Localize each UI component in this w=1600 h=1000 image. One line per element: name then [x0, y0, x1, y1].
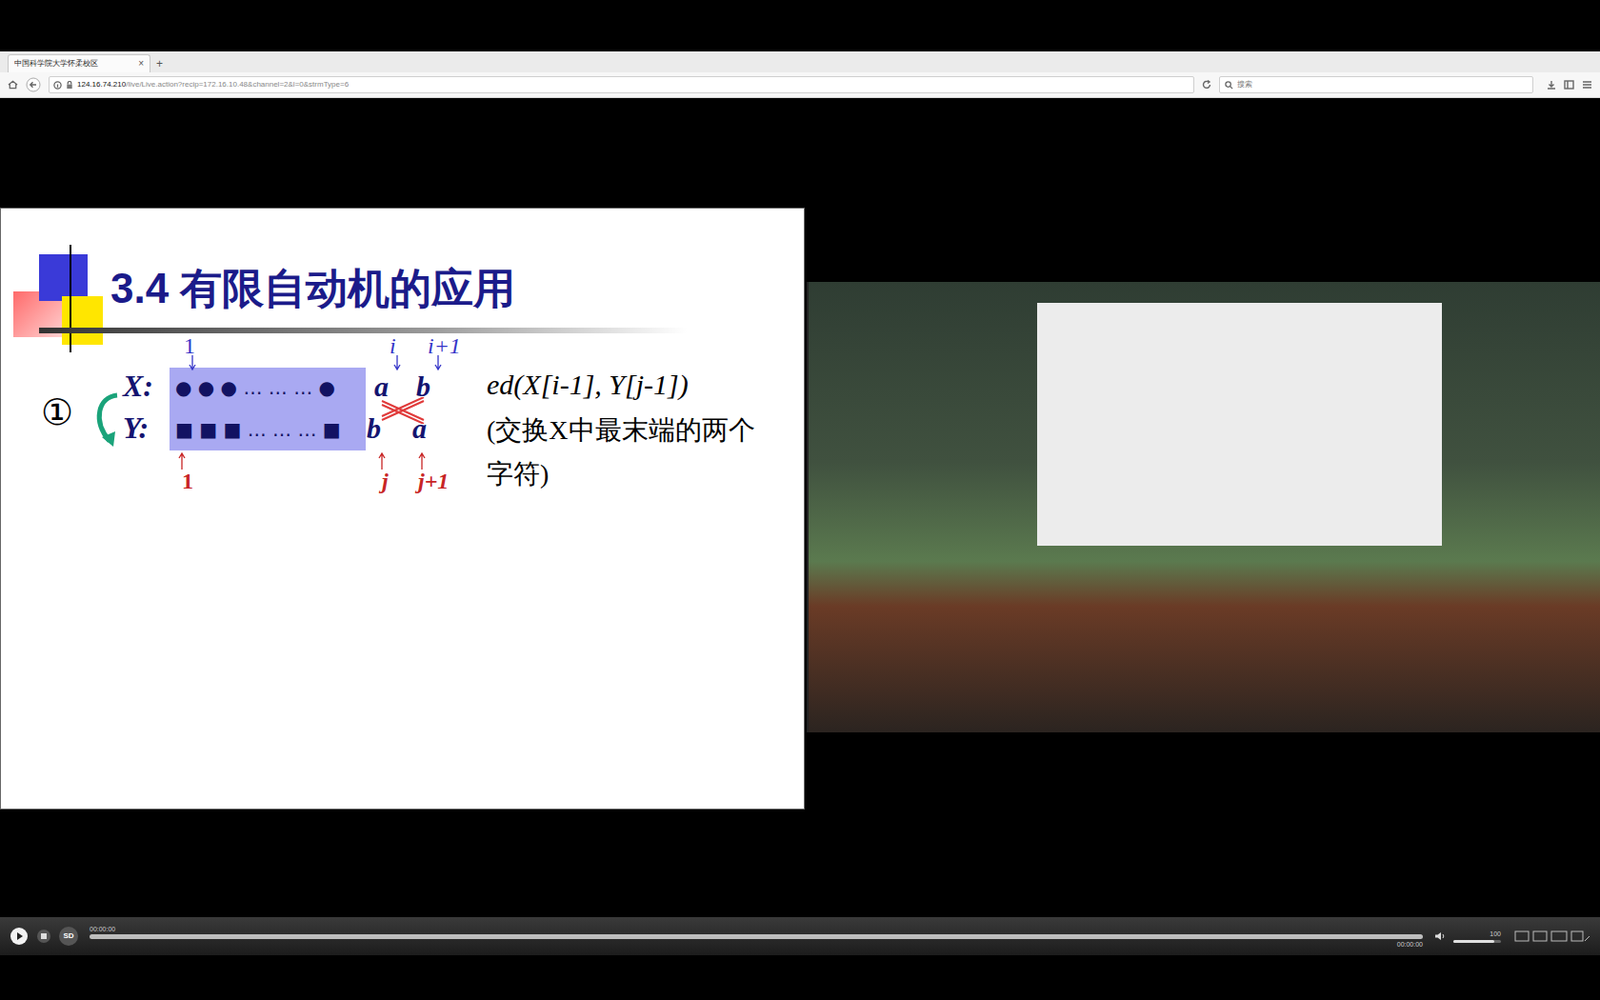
- up-arrow-icon: [418, 452, 426, 470]
- down-arrow-icon: [434, 355, 442, 371]
- deco-yellow-square: [61, 296, 103, 345]
- url-path: /live/Live.action?recip=172.16.10.48&cha…: [125, 80, 349, 89]
- volume-fill: [1453, 940, 1495, 943]
- end-char: a: [374, 372, 389, 401]
- stop-icon[interactable]: [36, 928, 52, 944]
- index-label: j: [381, 469, 389, 493]
- quality-label: SD: [62, 932, 74, 940]
- end-char: b: [366, 414, 381, 443]
- index-label: i+1: [427, 334, 461, 358]
- down-arrow-icon: [393, 355, 401, 371]
- up-arrow-icon: [178, 452, 186, 470]
- index-label: i: [389, 334, 397, 358]
- search-field[interactable]: [1219, 76, 1534, 94]
- tab-bar: 中国科学院大学怀柔校区 × +: [0, 51, 1600, 73]
- slide-title: 3.4 有限自动机的应用: [110, 263, 516, 315]
- url-bar: 124.16.74.210/live/Live.action?recip=172…: [0, 72, 1600, 99]
- down-arrow-icon: [188, 355, 197, 371]
- home-icon[interactable]: [7, 80, 19, 90]
- volume-area: 100: [1453, 930, 1501, 943]
- string-box: ● ● ● … … … ●: [169, 367, 366, 408]
- play-icon[interactable]: [9, 926, 29, 946]
- elapsed-time: 00:00:00: [89, 925, 1423, 933]
- title-underline: [39, 327, 687, 334]
- index-label: 1: [181, 469, 194, 493]
- sidebar-icon[interactable]: [1563, 80, 1575, 90]
- volume-icon[interactable]: [1434, 931, 1446, 941]
- swap-cross-icon: [380, 397, 426, 424]
- up-arrow-icon: [378, 452, 386, 470]
- row-label: Y:: [122, 412, 149, 443]
- lock-icon: [65, 80, 74, 90]
- item-number: ①: [40, 394, 74, 431]
- formula-text: ed(X[i-1], Y[j-1]): [486, 370, 689, 400]
- deco-blue-square: [39, 254, 88, 301]
- layout-icon[interactable]: [1514, 930, 1591, 942]
- note-text: (交换X中最末端的两个字符): [486, 408, 778, 497]
- total-time: 00:00:00: [1397, 940, 1423, 948]
- index-label: 1: [183, 334, 196, 358]
- deco-vertical-line: [69, 244, 72, 353]
- video-frame[interactable]: [806, 281, 1600, 733]
- progress-area: 00:00:00 00:00:00: [89, 925, 1423, 948]
- reload-icon[interactable]: [1201, 80, 1212, 90]
- volume-track[interactable]: [1453, 940, 1501, 943]
- progress-track[interactable]: [89, 934, 1423, 940]
- search-icon: [1224, 80, 1234, 90]
- player-controls: SD 00:00:00 00:00:00 100: [0, 917, 1600, 956]
- projected-screen: [1037, 302, 1442, 546]
- quality-button[interactable]: SD: [59, 926, 79, 946]
- string-box: ■ ■ ■ … … … ■: [169, 407, 366, 451]
- swap-arrow-icon: [88, 387, 127, 455]
- back-icon[interactable]: [25, 77, 41, 93]
- row-label: X:: [122, 370, 154, 401]
- info-icon[interactable]: [53, 80, 62, 90]
- download-icon[interactable]: [1546, 80, 1557, 90]
- url-field[interactable]: 124.16.74.210/live/Live.action?recip=172…: [48, 76, 1195, 94]
- browser-tab[interactable]: 中国科学院大学怀柔校区 ×: [7, 54, 151, 73]
- index-label: j+1: [418, 469, 449, 493]
- string-symbols: ■ ■ ■ … … … ■: [175, 415, 341, 444]
- new-tab-button[interactable]: +: [156, 58, 163, 73]
- string-symbols: ● ● ● … … … ●: [175, 373, 336, 402]
- url-host: 124.16.74.210: [77, 80, 126, 89]
- tab-title: 中国科学院大学怀柔校区: [14, 58, 99, 70]
- menu-icon[interactable]: [1581, 80, 1593, 90]
- bottom-strip: [0, 955, 1600, 1000]
- volume-label: 100: [1489, 930, 1501, 938]
- search-input[interactable]: [1237, 79, 1528, 91]
- url-text: 124.16.74.210/live/Live.action?recip=172…: [77, 79, 349, 91]
- tab-close-button[interactable]: ×: [138, 59, 144, 69]
- top-strip: [0, 0, 1600, 52]
- lecture-slide: 3.4 有限自动机的应用 ① X: ● ● ● … … … ● ab Y: ■ ■ ■ … …: [0, 207, 805, 810]
- player-stage: 3.4 有限自动机的应用 ① X: ● ● ● … … … ● ab Y: ■ ■ ■ … …: [0, 98, 1600, 918]
